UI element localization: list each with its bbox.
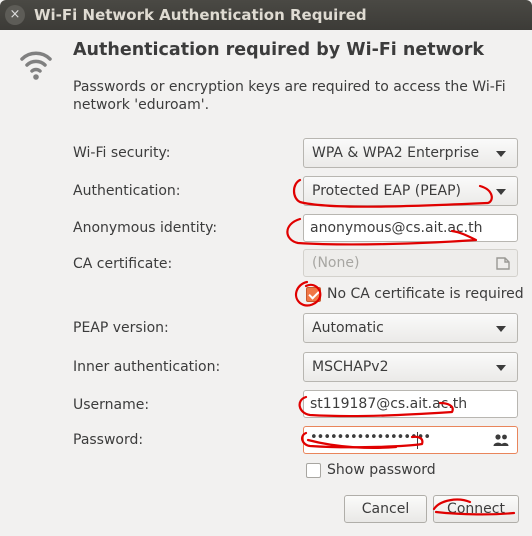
wifi-security-select[interactable]: WPA & WPA2 Enterprise — [303, 138, 518, 168]
dialog-heading: Authentication required by Wi-Fi network — [73, 40, 485, 60]
authentication-value: Protected EAP (PEAP) — [312, 183, 461, 199]
username-label: Username: — [73, 397, 150, 413]
inner-authentication-select[interactable]: MSCHAPv2 — [303, 352, 518, 382]
username-value: st119187@cs.ait.ac.th — [310, 396, 468, 412]
inner-authentication-value: MSCHAPv2 — [312, 359, 389, 375]
dialog-description: Passwords or encryption keys are require… — [73, 79, 506, 113]
show-password-label[interactable]: Show password — [327, 462, 436, 478]
anonymous-identity-input[interactable]: anonymous@cs.ait.ac.th — [303, 214, 518, 242]
wifi-icon — [20, 51, 52, 80]
authentication-label: Authentication: — [73, 183, 181, 199]
password-masked-value: •••••••••••••••••• — [310, 430, 431, 445]
certificate-file-icon — [496, 257, 510, 270]
username-input[interactable]: st119187@cs.ait.ac.th — [303, 390, 518, 418]
cancel-button[interactable]: Cancel — [344, 495, 427, 523]
wifi-security-label: Wi-Fi security: — [73, 145, 171, 161]
ca-certificate-chooser: (None) — [303, 249, 518, 277]
ca-certificate-label: CA certificate: — [73, 256, 173, 272]
chevron-down-icon — [496, 326, 506, 332]
password-input[interactable]: •••••••••••••••••• — [303, 426, 518, 454]
anonymous-identity-label: Anonymous identity: — [73, 220, 218, 236]
chevron-down-icon — [496, 365, 506, 371]
users-icon[interactable] — [493, 433, 509, 447]
inner-authentication-label: Inner authentication: — [73, 359, 221, 375]
chevron-down-icon — [496, 189, 506, 195]
password-label: Password: — [73, 432, 144, 448]
ca-certificate-value: (None) — [312, 255, 360, 271]
title-bar: × Wi-Fi Network Authentication Required — [0, 0, 532, 30]
peap-version-value: Automatic — [312, 320, 384, 336]
text-cursor — [417, 432, 418, 449]
no-ca-required-checkbox[interactable] — [306, 287, 321, 302]
window-title: Wi-Fi Network Authentication Required — [34, 6, 367, 24]
close-icon[interactable]: × — [5, 5, 25, 25]
authentication-select[interactable]: Protected EAP (PEAP) — [303, 176, 518, 206]
wifi-security-value: WPA & WPA2 Enterprise — [312, 145, 480, 161]
peap-version-label: PEAP version: — [73, 320, 169, 336]
connect-button[interactable]: Connect — [433, 495, 519, 523]
chevron-down-icon — [496, 151, 506, 157]
anonymous-identity-value: anonymous@cs.ait.ac.th — [310, 220, 483, 236]
no-ca-required-label[interactable]: No CA certificate is required — [327, 286, 524, 302]
peap-version-select[interactable]: Automatic — [303, 313, 518, 343]
show-password-checkbox[interactable] — [306, 463, 321, 478]
